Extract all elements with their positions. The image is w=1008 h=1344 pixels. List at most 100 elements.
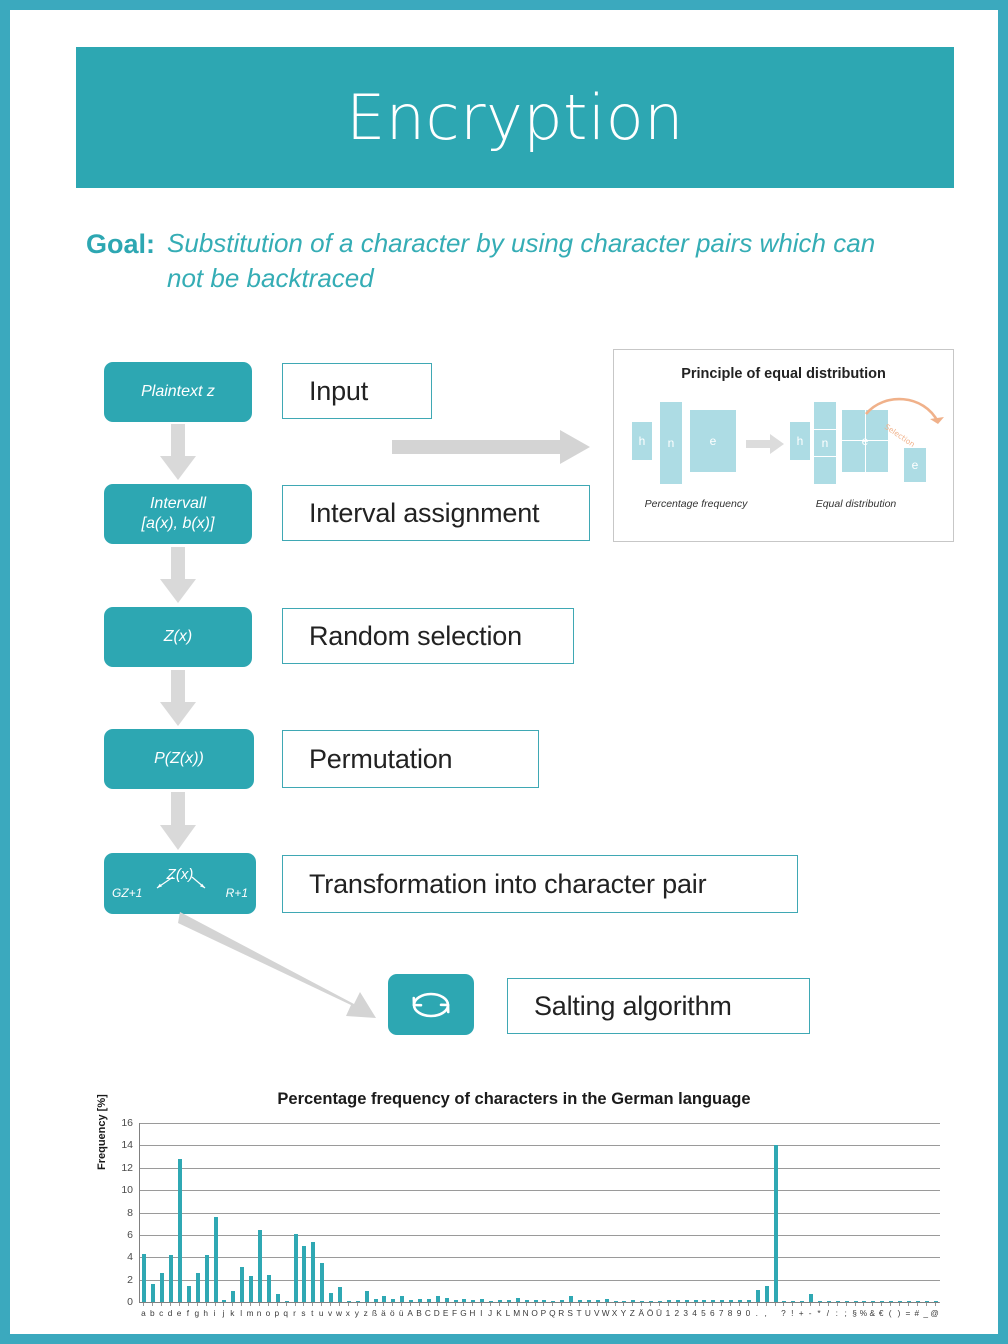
chart-x-tick: P	[540, 1308, 547, 1318]
chart-tick-mark	[427, 1303, 429, 1306]
chart-y-tick: 12	[121, 1161, 133, 1174]
chart-tick-mark	[472, 1303, 474, 1306]
pp-left-bar-h: h	[632, 422, 652, 460]
flow-label-input[interactable]: Input	[282, 363, 432, 419]
chart-tick-mark	[552, 1303, 554, 1306]
chart-bar	[240, 1267, 245, 1302]
flow-node-character-pair[interactable]: Z(x) GZ+1 R+1	[104, 853, 256, 914]
chart-tick-mark	[392, 1303, 394, 1306]
chart-x-tick: q	[283, 1308, 288, 1318]
chart-x-tick: o	[265, 1308, 271, 1318]
chart-x-tick: ä	[381, 1308, 386, 1318]
chart-bar	[160, 1272, 165, 1302]
chart-tick-mark	[863, 1303, 865, 1306]
chart-tick-mark	[401, 1303, 403, 1306]
flow-label-random-selection-text: Random selection	[309, 620, 522, 651]
chart-x-tick: t	[311, 1308, 314, 1318]
chart-x-tick: x	[345, 1308, 350, 1318]
chart-tick-mark	[179, 1303, 180, 1306]
chart-tick-mark	[765, 1303, 767, 1306]
pp-right-caption: Equal distribution	[815, 498, 897, 510]
chart-x-tick: 1	[665, 1308, 671, 1318]
chart-tick-mark	[792, 1303, 794, 1306]
flow-label-interval-assignment-text: Interval assignment	[309, 497, 540, 528]
flow-label-permutation[interactable]: Permutation	[282, 730, 539, 788]
flow-node-pzx[interactable]: P(Z(x))	[104, 729, 254, 789]
chart-x-tick: U	[584, 1308, 591, 1318]
pp-right-bar-h-label: h	[796, 434, 804, 448]
chart-x-tick: 7	[718, 1308, 724, 1318]
chart-x-tick: G	[460, 1308, 467, 1318]
chart-x-tick: F	[452, 1308, 458, 1318]
chart-tick-mark	[285, 1303, 287, 1306]
chart-x-tick: ß	[372, 1308, 378, 1318]
page-frame: Encryption Goal: Substitution of a chara…	[0, 0, 1008, 1344]
flow-node-zx[interactable]: Z(x)	[104, 607, 252, 667]
pp-transform-arrow-icon	[746, 434, 784, 454]
chart-tick-mark	[801, 1303, 803, 1306]
salting-icon-button[interactable]	[388, 974, 474, 1035]
refresh-cycle-icon	[412, 992, 450, 1017]
chart-tick-mark	[685, 1303, 687, 1306]
flow-node-plaintext[interactable]: Plaintext z	[104, 362, 252, 422]
chart-tick-mark	[463, 1303, 465, 1306]
chart-tick-mark	[667, 1303, 669, 1306]
chart-tick-mark	[614, 1303, 616, 1306]
chart-x-tick: w	[336, 1308, 342, 1318]
chart-x-tick: S	[567, 1308, 573, 1318]
flow-node-interval-line2: [a(x), b(x)]	[141, 515, 215, 532]
chart-bar	[764, 1286, 769, 1302]
chart-tick-mark	[827, 1303, 829, 1306]
chart-tick-mark	[756, 1303, 758, 1306]
chart-tick-mark	[152, 1303, 154, 1306]
chart-x-tick: u	[318, 1308, 324, 1318]
chart-gridline	[140, 1190, 940, 1192]
chart-tick-mark	[570, 1303, 572, 1306]
chart-tick-mark	[454, 1303, 456, 1306]
principle-panel-title: Principle of equal distribution	[681, 366, 886, 382]
chart-x-tick: j	[222, 1308, 225, 1318]
selection-curve-arrow-icon: Selection	[864, 397, 944, 449]
chart-tick-mark	[774, 1303, 776, 1306]
chart-x-tick: r	[293, 1308, 296, 1318]
chart-x-tick: &	[869, 1308, 876, 1318]
down-arrow-icon-3	[160, 670, 196, 726]
chart-tick-mark	[739, 1303, 740, 1306]
flow-node-interval[interactable]: Intervall [a(x), b(x)]	[104, 484, 252, 544]
flow-label-salting[interactable]: Salting algorithm	[507, 978, 810, 1034]
chart-tick-mark	[730, 1303, 732, 1306]
chart-x-tick: n	[256, 1308, 262, 1318]
chart-tick-mark	[747, 1303, 749, 1306]
chart-tick-mark	[490, 1303, 492, 1306]
chart-tick-mark	[579, 1303, 580, 1306]
chart-tick-mark	[499, 1303, 500, 1306]
flow-label-permutation-text: Permutation	[309, 743, 453, 774]
flow-label-transformation[interactable]: Transformation into character pair	[282, 855, 798, 913]
chart-x-tick: f	[186, 1308, 190, 1318]
chart-tick-mark	[143, 1303, 145, 1306]
flow-label-random-selection[interactable]: Random selection	[282, 608, 574, 664]
chart-tick-mark	[436, 1303, 438, 1306]
chart-x-tick: m	[246, 1308, 254, 1318]
slide-canvas: Encryption Goal: Substitution of a chara…	[10, 10, 998, 1334]
chart-x-tick: +	[798, 1308, 804, 1318]
chart-tick-mark	[881, 1303, 883, 1306]
chart-tick-mark	[721, 1303, 723, 1306]
chart-tick-mark	[899, 1303, 900, 1306]
chart-x-tick: 6	[710, 1308, 715, 1318]
chart-x-tick: Y	[620, 1308, 627, 1318]
chart-y-axis-label: Frequency [%]	[96, 1094, 108, 1170]
chart-x-tick: W	[601, 1308, 610, 1318]
flow-label-interval-assignment[interactable]: Interval assignment	[282, 485, 590, 541]
chart-x-tick: A	[407, 1308, 413, 1318]
chart-tick-mark	[534, 1303, 536, 1306]
chart-tick-mark	[703, 1303, 705, 1306]
chart-tick-mark	[890, 1303, 892, 1306]
chart-y-tick: 10	[121, 1184, 133, 1197]
chart-tick-mark	[294, 1303, 296, 1306]
flow-label-transformation-text: Transformation into character pair	[309, 868, 707, 899]
chart-tick-mark	[374, 1303, 376, 1306]
chart-x-tick: 9	[736, 1308, 742, 1318]
chart-tick-mark	[321, 1303, 323, 1306]
chart-tick-mark	[259, 1303, 260, 1306]
